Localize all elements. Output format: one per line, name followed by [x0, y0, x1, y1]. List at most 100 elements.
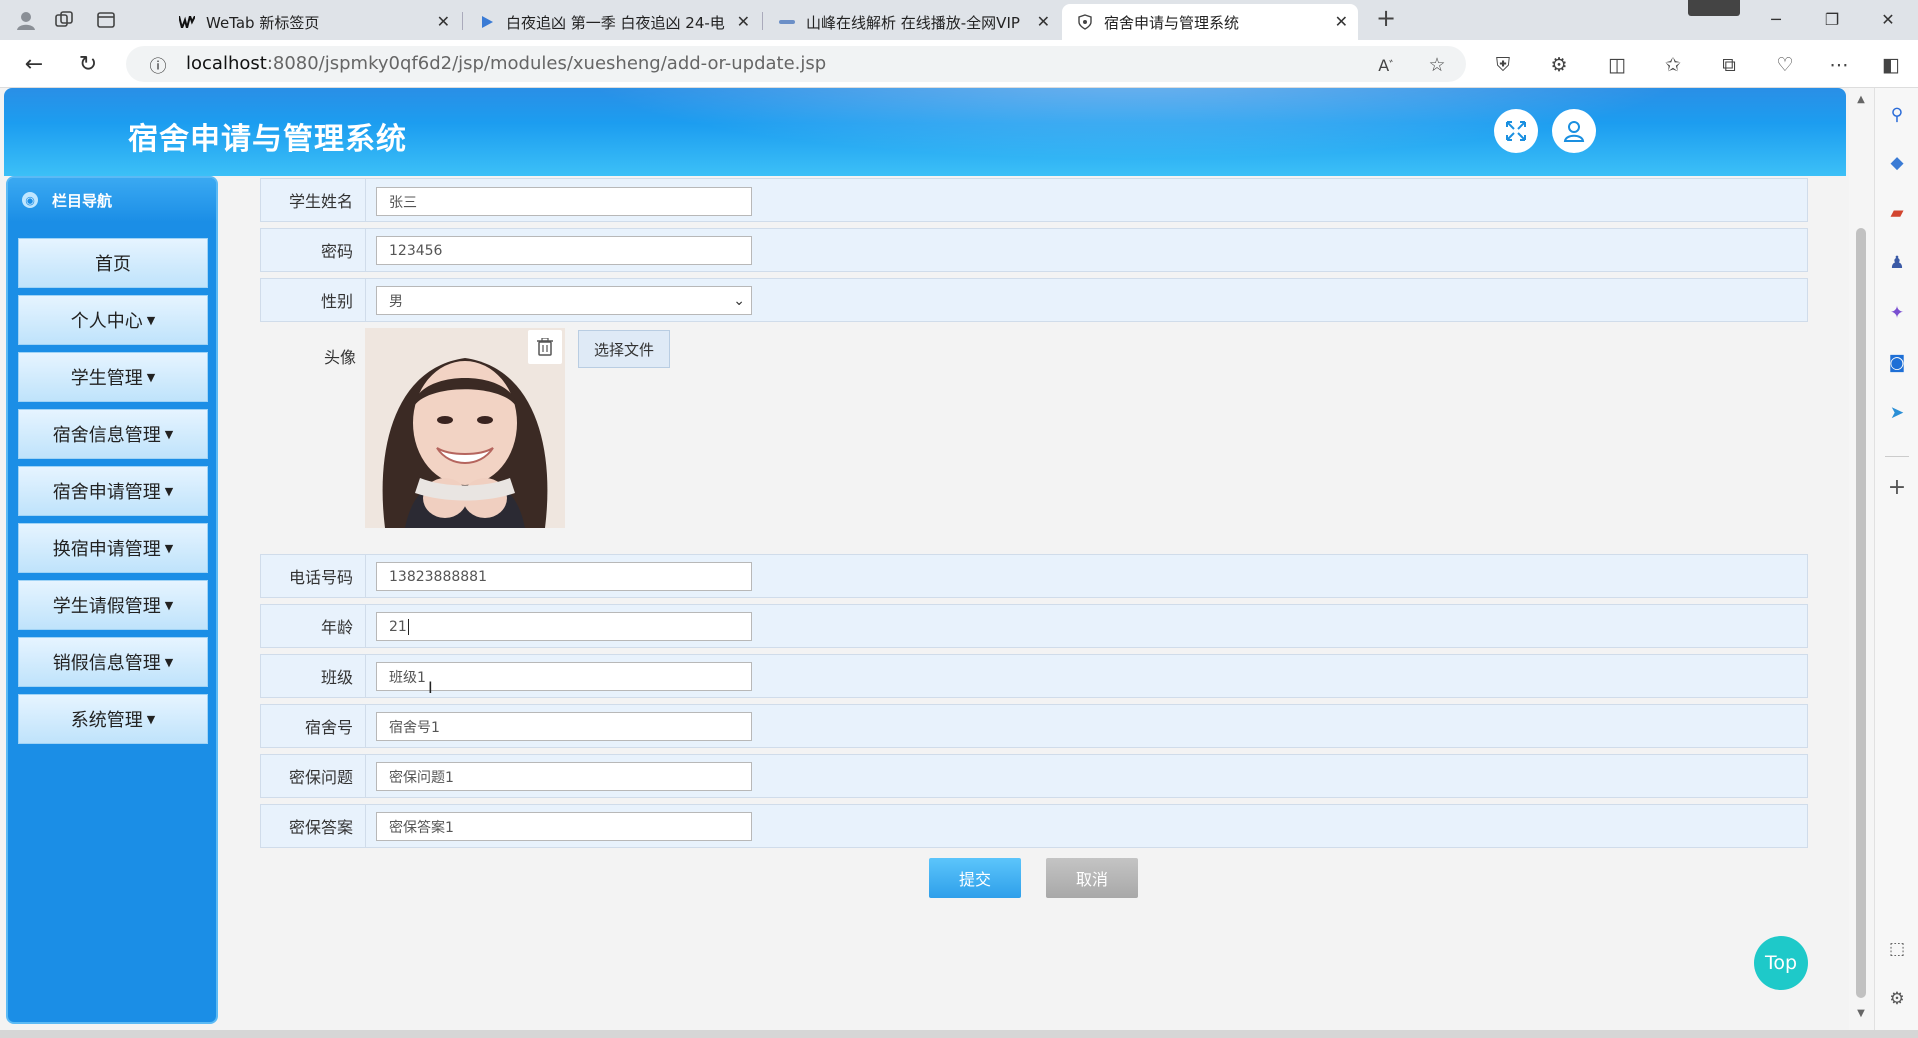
nav-item-dorm-change[interactable]: 换宿申请管理 ▼: [18, 523, 208, 573]
password-field[interactable]: 123456: [376, 236, 752, 265]
close-tab-icon[interactable]: ✕: [1335, 12, 1348, 31]
field-label: 密保答案: [261, 805, 366, 847]
outlook-icon[interactable]: ◙: [1884, 350, 1910, 376]
nav-item-student-management[interactable]: 学生管理 ▼: [18, 352, 208, 402]
choose-file-button[interactable]: 选择文件: [578, 330, 670, 368]
text-cursor: [407, 618, 409, 635]
restore-icon[interactable]: ❐: [1812, 6, 1852, 32]
scroll-down-icon[interactable]: ▼: [1855, 1008, 1867, 1020]
field-label: 学生姓名: [261, 179, 366, 221]
field-label: 性别: [261, 279, 366, 321]
nav-item-leave[interactable]: 学生请假管理 ▼: [18, 580, 208, 630]
workspaces-icon[interactable]: [50, 8, 78, 32]
toolbox-icon[interactable]: ▰: [1884, 200, 1910, 226]
browser-sidebar: ⚲ ◆ ▰ ♟ ✦ ◙ ➤ + ⬚ ⚙: [1874, 88, 1918, 1038]
nav-item-personal-center[interactable]: 个人中心 ▼: [18, 295, 208, 345]
tab-actions-icon[interactable]: [92, 8, 120, 32]
close-tab-icon[interactable]: ✕: [437, 12, 450, 31]
mouse-cursor-ibeam: I: [428, 678, 433, 697]
split-screen-icon[interactable]: ◫: [1604, 52, 1630, 78]
form-row-answer: 密保答案 密保答案1: [260, 804, 1808, 848]
caret-down-icon: ▼: [164, 484, 174, 498]
page-scrollbar[interactable]: ▲ ▼: [1849, 88, 1874, 1030]
cancel-button[interactable]: 取消: [1046, 858, 1138, 898]
send-icon[interactable]: ➤: [1884, 400, 1910, 426]
form-row-password: 密码 123456: [260, 228, 1808, 272]
caret-down-icon: ▼: [146, 313, 156, 327]
tab-separator: [462, 12, 463, 30]
age-field[interactable]: 21: [376, 612, 752, 641]
sidebar-toggle-icon[interactable]: ◧: [1878, 52, 1904, 78]
security-question-field[interactable]: 密保问题1: [376, 762, 752, 791]
profile-icon[interactable]: [12, 8, 40, 32]
reload-icon[interactable]: ↻: [74, 50, 102, 78]
name-field[interactable]: 张三: [376, 187, 752, 216]
nav-item-home[interactable]: 首页: [18, 238, 208, 288]
tab-title: 宿舍申请与管理系统: [1104, 13, 1240, 32]
games-icon[interactable]: ♟: [1884, 250, 1910, 276]
site-info-icon[interactable]: ⓘ: [144, 50, 172, 78]
form-row-age: 年龄 21: [260, 604, 1808, 648]
delete-avatar-icon[interactable]: [528, 330, 562, 364]
close-window-icon[interactable]: ✕: [1868, 6, 1908, 32]
nav-item-dorm-info[interactable]: 宿舍信息管理 ▼: [18, 409, 208, 459]
back-to-top-button[interactable]: Top: [1754, 936, 1808, 990]
scroll-up-icon[interactable]: ▲: [1855, 94, 1867, 106]
security-answer-field[interactable]: 密保答案1: [376, 812, 752, 841]
user-icon[interactable]: [1552, 109, 1596, 153]
browser-tab[interactable]: 白夜追凶 第一季 白夜追凶 24-电 ✕: [464, 4, 760, 40]
extensions-icon[interactable]: ⚙: [1546, 52, 1572, 78]
nav-heading-label: 栏目导航: [52, 191, 113, 210]
browser-tab[interactable]: WeTab 新标签页 ✕: [164, 4, 460, 40]
form-row-class: 班级 班级1: [260, 654, 1808, 698]
tab-separator: [762, 12, 763, 30]
url-path: :8080/jspmky0qf6d2/jsp/modules/xuesheng/…: [266, 53, 827, 74]
age-field-value: 21: [389, 618, 407, 635]
search-icon[interactable]: ⚲: [1884, 102, 1910, 128]
back-icon[interactable]: ←: [20, 50, 48, 78]
nav-item-leave-cancel[interactable]: 销假信息管理 ▼: [18, 637, 208, 687]
field-label: 班级: [261, 655, 366, 697]
extension-shield-icon[interactable]: ⛨: [1490, 52, 1516, 78]
app-title: 宿舍申请与管理系统: [128, 122, 407, 157]
nav-heading-icon: ◉: [22, 192, 38, 208]
caret-down-icon: ▼: [164, 598, 174, 612]
nav-item-label: 换宿申请管理: [52, 539, 161, 560]
fullscreen-icon[interactable]: [1494, 109, 1538, 153]
dorm-number-field[interactable]: 宿舍号1: [376, 712, 752, 741]
settings-gear-icon[interactable]: ⚙: [1884, 986, 1910, 1012]
nav-item-label: 首页: [95, 254, 131, 275]
nav-item-dorm-application[interactable]: 宿舍申请管理 ▼: [18, 466, 208, 516]
more-menu-icon[interactable]: ⋯: [1826, 52, 1852, 78]
nav-heading: ◉ 栏目导航: [8, 178, 216, 222]
field-label: 密码: [261, 229, 366, 271]
favorite-star-icon[interactable]: ☆: [1424, 52, 1450, 78]
close-tab-icon[interactable]: ✕: [1037, 12, 1050, 31]
scrollbar-thumb[interactable]: [1856, 228, 1866, 998]
submit-button[interactable]: 提交: [929, 858, 1021, 898]
gender-select-value: 男: [389, 293, 403, 310]
close-tab-icon[interactable]: ✕: [737, 12, 750, 31]
read-aloud-icon[interactable]: Aﾞ: [1374, 52, 1400, 78]
nav-item-label: 个人中心: [70, 311, 143, 332]
phone-field[interactable]: 13823888881: [376, 562, 752, 591]
window-grip: [1688, 0, 1740, 16]
browser-tab[interactable]: 山峰在线解析 在线播放-全网VIP ✕: [764, 4, 1060, 40]
favorites-icon[interactable]: ✩: [1660, 52, 1686, 78]
collections-icon[interactable]: ⧉: [1716, 52, 1742, 78]
new-tab-icon[interactable]: +: [1372, 4, 1400, 32]
screenshot-icon[interactable]: ⬚: [1884, 936, 1910, 962]
add-icon[interactable]: +: [1884, 474, 1910, 500]
health-icon[interactable]: ♡: [1772, 52, 1798, 78]
gender-select[interactable]: 男 ⌄: [376, 286, 752, 315]
minimize-icon[interactable]: ─: [1756, 6, 1796, 32]
browser-tab-active[interactable]: 宿舍申请与管理系统 ✕: [1062, 4, 1358, 40]
tab-title: 白夜追凶 第一季 白夜追凶 24-电: [506, 13, 725, 32]
nav-item-label: 学生管理: [70, 368, 143, 389]
form-row-dorm: 宿舍号 宿舍号1: [260, 704, 1808, 748]
nav-item-system[interactable]: 系统管理 ▼: [18, 694, 208, 744]
copilot-icon[interactable]: ✦: [1884, 300, 1910, 326]
nav-item-label: 宿舍申请管理: [52, 482, 161, 503]
tag-icon[interactable]: ◆: [1884, 150, 1910, 176]
wetab-icon: [178, 13, 196, 31]
